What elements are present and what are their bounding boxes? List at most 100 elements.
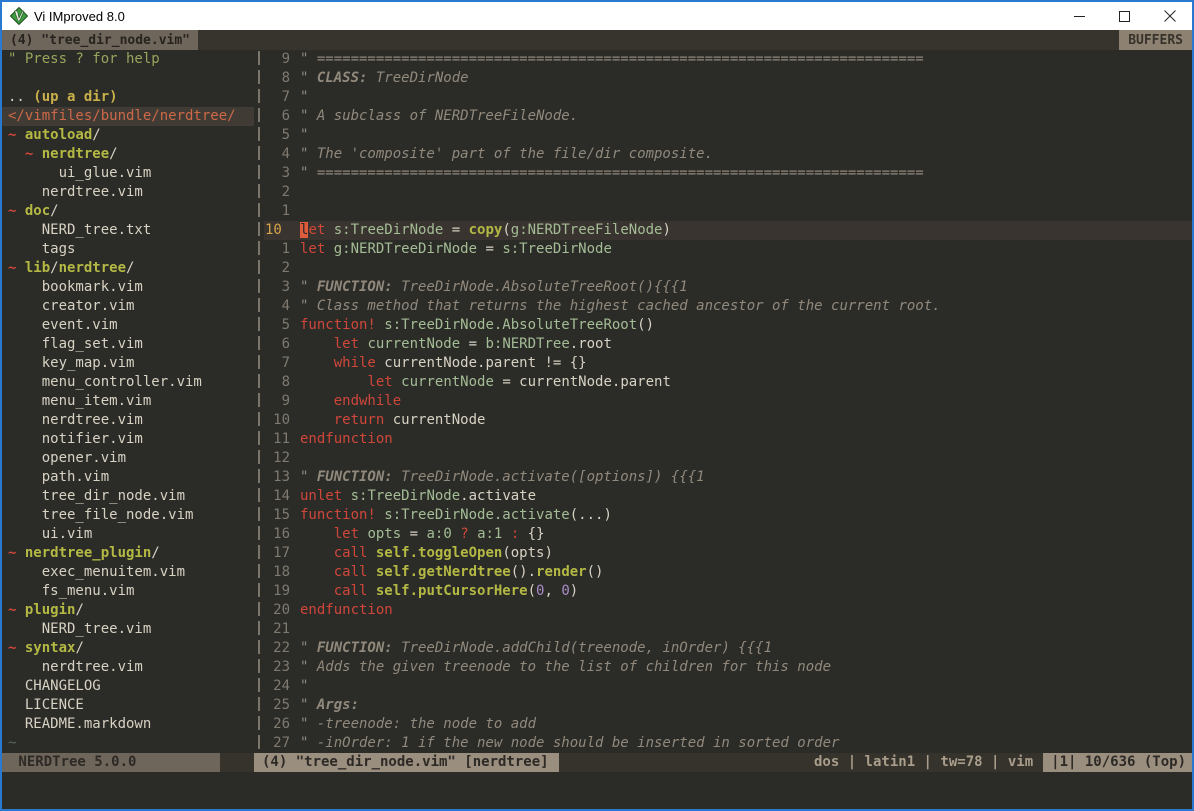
- id-token: s:TreeDirNode.AbsoluteTreeRoot: [384, 317, 637, 333]
- code-line[interactable]: 23" Adds the given treenode to the list …: [264, 658, 1192, 677]
- tree-item[interactable]: nerdtree.vim: [8, 411, 254, 430]
- maximize-button[interactable]: [1102, 2, 1147, 30]
- code-line[interactable]: 21: [264, 620, 1192, 639]
- tree-item[interactable]: LICENCE: [8, 696, 254, 715]
- id-token: a:0: [426, 526, 451, 542]
- code-line[interactable]: 2: [264, 183, 1192, 202]
- code-line-current[interactable]: 10let s:TreeDirNode = copy(g:NERDTreeFil…: [264, 221, 1192, 240]
- code-line[interactable]: 1let g:NERDTreeDirNode = s:TreeDirNode: [264, 240, 1192, 259]
- tree-item[interactable]: ~ autoload/: [8, 126, 254, 145]
- tree-item[interactable]: flag_set.vim: [8, 335, 254, 354]
- nerdtree-panel[interactable]: " Press ? for help .. (up a dir)</vimfile…: [2, 50, 254, 753]
- tree-item[interactable]: menu_controller.vim: [8, 373, 254, 392]
- tree-item[interactable]: " Press ? for help: [8, 50, 254, 69]
- code-line[interactable]: 3" FUNCTION: TreeDirNode.AbsoluteTreeRoo…: [264, 278, 1192, 297]
- tree-item[interactable]: NERD_tree.txt: [8, 221, 254, 240]
- code-line[interactable]: 25" Args:: [264, 696, 1192, 715]
- editor-panel[interactable]: 9" =====================================…: [264, 50, 1192, 753]
- tree-item[interactable]: creator.vim: [8, 297, 254, 316]
- code-line[interactable]: 22" FUNCTION: TreeDirNode.addChild(treen…: [264, 639, 1192, 658]
- tree-item[interactable]: event.vim: [8, 316, 254, 335]
- tree-item[interactable]: .. (up a dir): [8, 88, 254, 107]
- tab-label: (4) "tree_dir_node.vim": [10, 33, 190, 48]
- window-separator[interactable]: [254, 50, 264, 753]
- code-line[interactable]: 14unlet s:TreeDirNode.activate: [264, 487, 1192, 506]
- code-line[interactable]: 11endfunction: [264, 430, 1192, 449]
- file-token: /: [50, 260, 58, 276]
- code-line[interactable]: 15function! s:TreeDirNode.activate(...): [264, 506, 1192, 525]
- code-line[interactable]: 27" -inOrder: 1 if the new node should b…: [264, 734, 1192, 753]
- tree-item[interactable]: nerdtree.vim: [8, 183, 254, 202]
- minimize-button[interactable]: [1057, 2, 1102, 30]
- kw-token: et: [308, 222, 325, 238]
- code-line[interactable]: 18 call self.getNerdtree().render(): [264, 563, 1192, 582]
- tree-item[interactable]: NERD_tree.vim: [8, 620, 254, 639]
- code-line[interactable]: 8 let currentNode = currentNode.parent: [264, 373, 1192, 392]
- code-line[interactable]: 26" -treenode: the node to add: [264, 715, 1192, 734]
- tree-item[interactable]: ~ nerdtree/: [8, 145, 254, 164]
- fn-token: self.putCursorHere: [376, 583, 528, 599]
- tree-item[interactable]: tree_dir_node.vim: [8, 487, 254, 506]
- file-token: menu_item.vim: [8, 393, 151, 409]
- code-line[interactable]: 7": [264, 88, 1192, 107]
- code-line[interactable]: 17 call self.toggleOpen(opts): [264, 544, 1192, 563]
- command-line[interactable]: [2, 772, 1192, 809]
- code-line[interactable]: 8" CLASS: TreeDirNode: [264, 69, 1192, 88]
- minimize-icon: [1074, 11, 1085, 22]
- line-number: 1: [264, 202, 290, 221]
- tree-item[interactable]: ~ doc/: [8, 202, 254, 221]
- tree-item[interactable]: bookmark.vim: [8, 278, 254, 297]
- code-line[interactable]: 9" =====================================…: [264, 50, 1192, 69]
- tree-item[interactable]: fs_menu.vim: [8, 582, 254, 601]
- tree-item[interactable]: tree_file_node.vim: [8, 506, 254, 525]
- kw-token: let: [300, 241, 325, 257]
- code-line[interactable]: 16 let opts = a:0 ? a:1 : {}: [264, 525, 1192, 544]
- code-line[interactable]: 7 while currentNode.parent != {}: [264, 354, 1192, 373]
- tree-item[interactable]: ~ syntax/: [8, 639, 254, 658]
- tree-item[interactable]: ~ nerdtree_plugin/: [8, 544, 254, 563]
- code-line[interactable]: 4" The 'composite' part of the file/dir …: [264, 145, 1192, 164]
- close-button[interactable]: [1147, 2, 1192, 30]
- tree-item[interactable]: ui.vim: [8, 525, 254, 544]
- code-line[interactable]: 13" FUNCTION: TreeDirNode.activate([opti…: [264, 468, 1192, 487]
- code-line[interactable]: 19 call self.putCursorHere(0, 0): [264, 582, 1192, 601]
- tree-root-item[interactable]: </vimfiles/bundle/nerdtree/: [2, 107, 254, 126]
- tree-item[interactable]: CHANGELOG: [8, 677, 254, 696]
- code-line[interactable]: 3" =====================================…: [264, 164, 1192, 183]
- kw-token: return: [334, 412, 385, 428]
- code-line[interactable]: 2: [264, 259, 1192, 278]
- tree-item[interactable]: nerdtree.vim: [8, 658, 254, 677]
- tree-item[interactable]: notifier.vim: [8, 430, 254, 449]
- code-line[interactable]: 6 let currentNode = b:NERDTree.root: [264, 335, 1192, 354]
- code-line[interactable]: 4" Class method that returns the highest…: [264, 297, 1192, 316]
- file-token: flag_set.vim: [8, 336, 143, 352]
- kw-token: function!: [300, 317, 376, 333]
- tree-item[interactable]: tags: [8, 240, 254, 259]
- code-line[interactable]: 5function! s:TreeDirNode.AbsoluteTreeRoo…: [264, 316, 1192, 335]
- tree-item[interactable]: menu_item.vim: [8, 392, 254, 411]
- tree-item[interactable]: exec_menuitem.vim: [8, 563, 254, 582]
- code-line[interactable]: 24": [264, 677, 1192, 696]
- code-line[interactable]: 12: [264, 449, 1192, 468]
- tree-item[interactable]: ui_glue.vim: [8, 164, 254, 183]
- tree-item[interactable]: ~ lib/nerdtree/: [8, 259, 254, 278]
- line-number: 10: [264, 221, 290, 240]
- line-number: 26: [264, 715, 290, 734]
- tree-item[interactable]: path.vim: [8, 468, 254, 487]
- tree-item[interactable]: ~: [8, 734, 254, 753]
- code-line[interactable]: 1: [264, 202, 1192, 221]
- tree-item[interactable]: [8, 69, 254, 88]
- code-line[interactable]: 5": [264, 126, 1192, 145]
- tree-item[interactable]: README.markdown: [8, 715, 254, 734]
- code-line[interactable]: 6" A subclass of NERDTreeFileNode.: [264, 107, 1192, 126]
- id-token: opts: [367, 526, 401, 542]
- tab-tree-dir-node[interactable]: (4) "tree_dir_node.vim": [2, 30, 198, 50]
- tree-item[interactable]: opener.vim: [8, 449, 254, 468]
- code-line[interactable]: 10 return currentNode: [264, 411, 1192, 430]
- code-line[interactable]: 20endfunction: [264, 601, 1192, 620]
- code-line[interactable]: 9 endwhile: [264, 392, 1192, 411]
- tree-item[interactable]: key_map.vim: [8, 354, 254, 373]
- line-text: call self.putCursorHere(0, 0): [300, 582, 578, 601]
- tree-item[interactable]: ~ plugin/: [8, 601, 254, 620]
- line-text: " FUNCTION: TreeDirNode.activate([option…: [300, 468, 705, 487]
